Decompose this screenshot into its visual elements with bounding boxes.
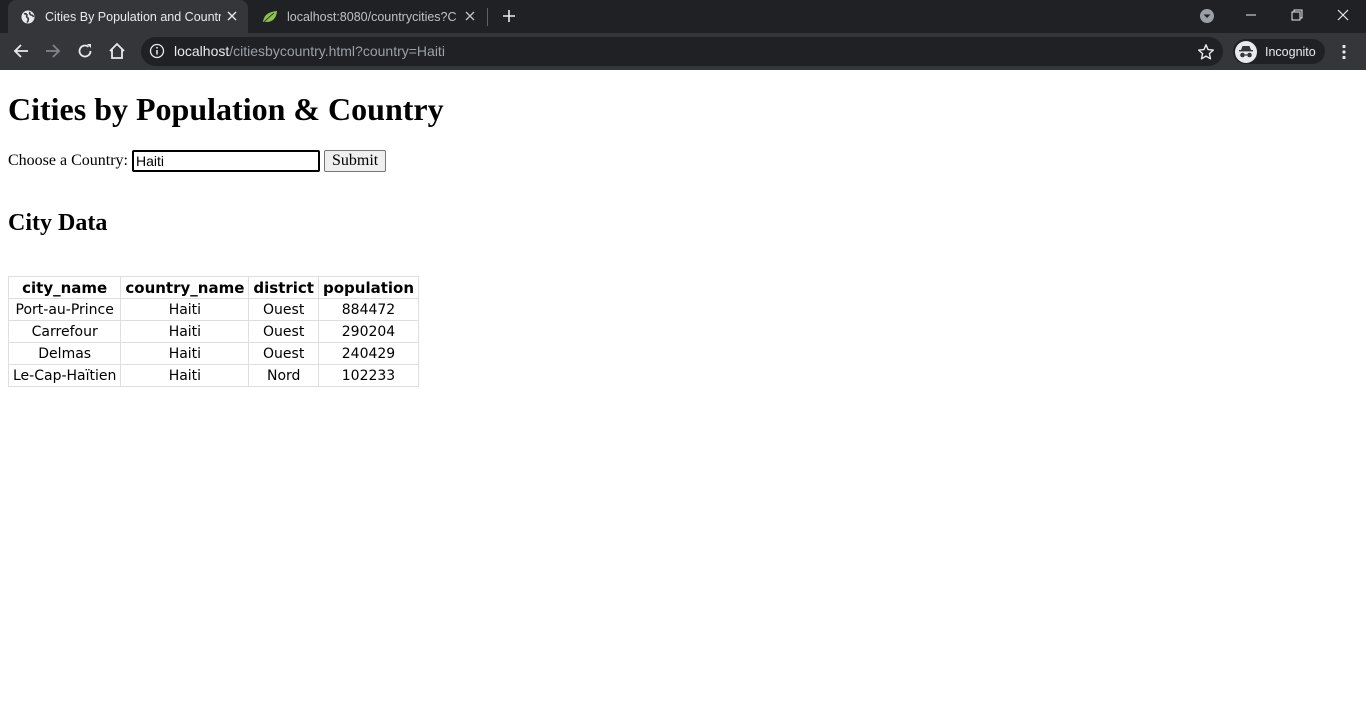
table-cell: Ouest xyxy=(248,342,319,365)
table-row: Carrefour Haiti Ouest 290204 xyxy=(7,320,420,343)
close-tab-icon[interactable] xyxy=(462,8,478,24)
restore-icon[interactable] xyxy=(1274,0,1320,30)
tab-separator xyxy=(487,8,488,26)
table-cell: Le-Cap-Haïtien xyxy=(7,364,122,387)
incognito-icon xyxy=(1235,40,1257,63)
url-path: /citiesbycountry.html?country=Haiti xyxy=(229,43,445,59)
table-cell: 240429 xyxy=(317,342,420,365)
forward-icon[interactable] xyxy=(40,38,66,64)
site-info-icon[interactable] xyxy=(149,43,165,59)
table-cell: Haiti xyxy=(120,320,250,343)
column-header: city_name xyxy=(7,276,122,299)
column-header: district xyxy=(248,276,319,299)
section-title: City Data xyxy=(8,210,108,236)
tab-title: localhost:8080/countrycities?Cou xyxy=(287,9,457,24)
page-title: Cities by Population & Country xyxy=(8,91,444,127)
country-label: Choose a Country: xyxy=(8,152,128,169)
incognito-label: Incognito xyxy=(1265,44,1316,59)
country-form: Choose a Country: Submit xyxy=(8,150,387,172)
table-row: Le-Cap-Haïtien Haiti Nord 102233 xyxy=(7,364,420,387)
more-menu-icon[interactable] xyxy=(1336,41,1352,63)
table-cell: Nord xyxy=(248,364,319,387)
globe-icon xyxy=(20,9,36,25)
home-icon[interactable] xyxy=(104,38,130,64)
table-cell: Carrefour xyxy=(7,320,122,343)
tab-countrycities[interactable]: localhost:8080/countrycities?Cou xyxy=(250,0,486,33)
table-cell: Port-au-Prince xyxy=(7,298,122,321)
table-cell: Haiti xyxy=(120,364,250,387)
bookmark-star-icon[interactable] xyxy=(1197,43,1215,61)
table-cell: 290204 xyxy=(317,320,420,343)
table-header-row: city_name country_name district populati… xyxy=(7,276,420,299)
table-cell: Delmas xyxy=(7,342,122,365)
page-content: Cities by Population & Country Choose a … xyxy=(0,70,1366,728)
browser-toolbar: localhost/citiesbycountry.html?country=H… xyxy=(0,33,1366,70)
tab-strip: Cities By Population and Country localho… xyxy=(0,0,1366,33)
leaf-icon xyxy=(262,9,278,25)
table-cell: Ouest xyxy=(248,320,319,343)
tab-cities-by-population[interactable]: Cities By Population and Country xyxy=(8,0,248,33)
table-cell: Ouest xyxy=(248,298,319,321)
table-cell: 102233 xyxy=(317,364,420,387)
url-text[interactable]: localhost/citiesbycountry.html?country=H… xyxy=(174,43,445,59)
close-tab-icon[interactable] xyxy=(224,8,240,24)
incognito-profile-button[interactable]: Incognito xyxy=(1233,39,1325,64)
address-bar[interactable]: localhost/citiesbycountry.html?country=H… xyxy=(141,37,1223,66)
url-host: localhost xyxy=(174,43,230,59)
close-window-icon[interactable] xyxy=(1320,0,1366,30)
table-cell: 884472 xyxy=(317,298,420,321)
reload-icon[interactable] xyxy=(72,38,98,64)
new-tab-icon[interactable] xyxy=(499,6,519,26)
submit-button[interactable]: Submit xyxy=(324,150,387,172)
table-row: Delmas Haiti Ouest 240429 xyxy=(7,342,420,365)
table-row: Port-au-Prince Haiti Ouest 884472 xyxy=(7,298,420,321)
column-header: population xyxy=(317,276,420,299)
country-input[interactable] xyxy=(132,150,320,172)
table-cell: Haiti xyxy=(120,342,250,365)
tab-search-icon[interactable] xyxy=(1184,1,1230,31)
city-data-table: city_name country_name district populati… xyxy=(7,276,420,387)
table-cell: Haiti xyxy=(120,298,250,321)
back-icon[interactable] xyxy=(8,38,34,64)
column-header: country_name xyxy=(120,276,250,299)
tab-title: Cities By Population and Country xyxy=(45,9,221,24)
minimize-icon[interactable] xyxy=(1228,0,1274,30)
